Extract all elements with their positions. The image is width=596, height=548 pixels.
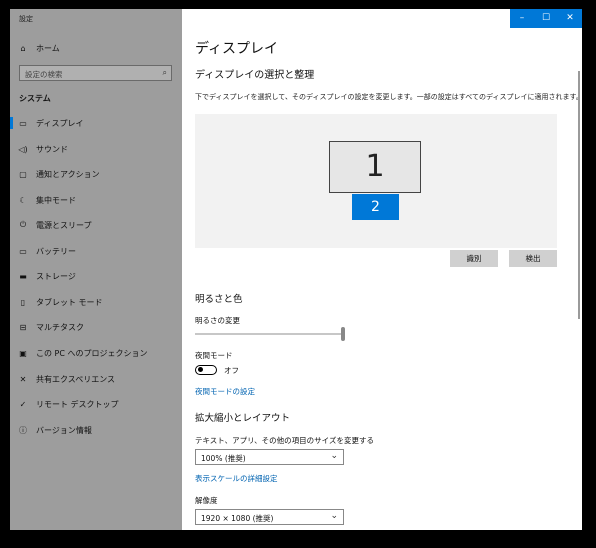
multitask-icon: ⊟ [19,322,27,332]
sidebar-item-label: 電源とスリープ [36,220,92,230]
sidebar-item-storage[interactable]: ▬ ストレージ [10,265,182,287]
identify-button[interactable]: 識別 [450,250,498,267]
scale-label: テキスト、アプリ、その他の項目のサイズを変更する [195,436,374,445]
storage-icon: ▬ [19,271,27,281]
scale-dropdown[interactable]: 100% (推奨) ⌄ [195,449,344,465]
sidebar-item-shared[interactable]: ✕ 共有エクスペリエンス [10,368,182,390]
resolution-value: 1920 × 1080 (推奨) [201,514,274,523]
sidebar-item-label: 共有エクスペリエンス [36,374,116,384]
remote-icon: ✓ [19,399,27,409]
display-arrangement-area: 1 2 [195,114,557,248]
tablet-icon: ▯ [20,297,26,307]
home-icon: ⌂ [20,43,26,53]
brightness-label: 明るさの変更 [195,316,240,325]
sidebar-item-projection[interactable]: ▣ この PC へのプロジェクション [10,342,182,364]
speaker-icon: ◁) [18,144,28,154]
sidebar-item-label: 集中モード [36,195,76,205]
night-light-settings-link[interactable]: 夜間モードの設定 [195,386,255,397]
search-input[interactable]: 設定の検索 ⌕ [19,65,172,81]
arrange-description: 下でディスプレイを選択して、そのディスプレイの設定を変更します。一部の設定はすべ… [195,93,582,101]
power-icon: ⏻ [19,220,27,229]
scrollbar[interactable] [578,71,580,319]
sidebar-item-label: タブレット モード [36,297,103,307]
sidebar-item-label: リモート デスクトップ [36,399,119,409]
arrange-heading: ディスプレイの選択と整理 [195,70,315,81]
monitor-1[interactable]: 1 [329,141,421,193]
resolution-label: 解像度 [195,496,218,505]
sidebar-item-label: ストレージ [36,271,76,281]
info-icon: ⓘ [19,425,27,435]
sidebar-item-label: マルチタスク [36,322,84,332]
sidebar-item-remote[interactable]: ✓ リモート デスクトップ [10,393,182,415]
sidebar-item-label: バージョン情報 [36,425,92,435]
notification-icon: ▢ [19,169,27,179]
detect-button[interactable]: 検出 [509,250,557,267]
sidebar-item-battery[interactable]: ▭ バッテリー [10,240,182,262]
brightness-heading: 明るさと色 [195,294,243,305]
settings-window: 設定 ⌂ ホーム 設定の検索 ⌕ システム ▭ ディスプレイ ◁) サウンド ▢… [10,9,582,530]
night-light-state: オフ [224,366,239,375]
battery-icon: ▭ [19,246,27,256]
scale-heading: 拡大縮小とレイアウト [195,413,291,424]
search-icon: ⌕ [162,68,167,77]
scale-value: 100% (推奨) [201,454,246,463]
sidebar-item-notifications[interactable]: ▢ 通知とアクション [10,163,182,185]
projection-icon: ▣ [19,348,27,358]
sidebar-item-label: ディスプレイ [36,118,84,128]
sidebar-item-label: サウンド [36,144,68,154]
resolution-dropdown[interactable]: 1920 × 1080 (推奨) ⌄ [195,509,344,525]
share-icon: ✕ [19,374,27,384]
sidebar-item-power[interactable]: ⏻ 電源とスリープ [10,214,182,236]
sidebar-item-multitask[interactable]: ⊟ マルチタスク [10,316,182,338]
sidebar-item-label: この PC へのプロジェクション [36,348,148,358]
sidebar: 設定 ⌂ ホーム 設定の検索 ⌕ システム ▭ ディスプレイ ◁) サウンド ▢… [10,9,182,530]
page-title: ディスプレイ [195,41,279,57]
search-placeholder: 設定の検索 [25,70,63,79]
sidebar-item-display[interactable]: ▭ ディスプレイ [10,112,182,134]
brightness-slider[interactable] [195,333,343,335]
section-heading: システム [19,94,51,103]
window-title: 設定 [19,15,33,23]
sidebar-item-label: バッテリー [36,246,76,256]
chevron-down-icon: ⌄ [330,511,338,521]
sidebar-item-label: ホーム [36,43,60,53]
sidebar-item-sound[interactable]: ◁) サウンド [10,138,182,160]
toggle-knob [198,367,203,373]
sidebar-item-home[interactable]: ⌂ ホーム [10,37,182,59]
moon-icon: ☾ [19,195,27,205]
night-light-label: 夜間モード [195,351,233,360]
night-light-toggle[interactable] [195,365,217,375]
sidebar-item-label: 通知とアクション [36,169,100,179]
advanced-scaling-link[interactable]: 表示スケールの詳細設定 [195,473,278,484]
sidebar-item-about[interactable]: ⓘ バージョン情報 [10,419,182,441]
brightness-slider-thumb[interactable] [341,327,345,341]
chevron-down-icon: ⌄ [330,451,338,461]
sidebar-item-focus[interactable]: ☾ 集中モード [10,189,182,211]
monitor-2[interactable]: 2 [352,194,399,220]
monitor-icon: ▭ [19,118,27,128]
main-content: ディスプレイ ディスプレイの選択と整理 下でディスプレイを選択して、そのディスプ… [182,9,582,530]
sidebar-item-tablet[interactable]: ▯ タブレット モード [10,291,182,313]
